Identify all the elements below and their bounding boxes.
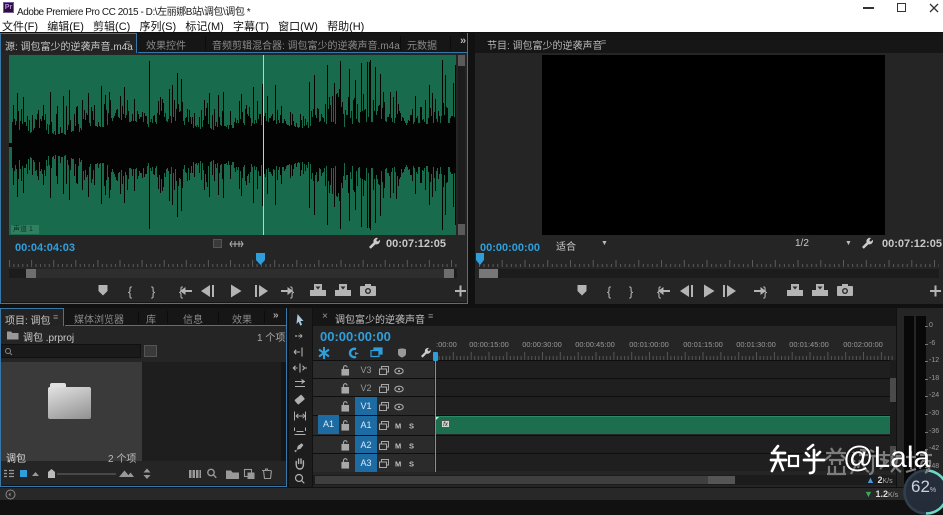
svg-text:M: M (395, 422, 401, 431)
svg-text:}: } (290, 284, 295, 299)
svg-text:}: } (151, 284, 156, 299)
svg-text:S: S (409, 422, 414, 431)
svg-text:}: } (763, 284, 768, 299)
svg-text:M: M (395, 442, 401, 451)
svg-text:{: { (607, 284, 612, 299)
svg-text:M: M (395, 460, 401, 469)
svg-text:{: { (128, 284, 133, 299)
svg-text:S: S (409, 460, 414, 469)
svg-text:}: } (629, 284, 634, 299)
svg-text:S: S (409, 442, 414, 451)
